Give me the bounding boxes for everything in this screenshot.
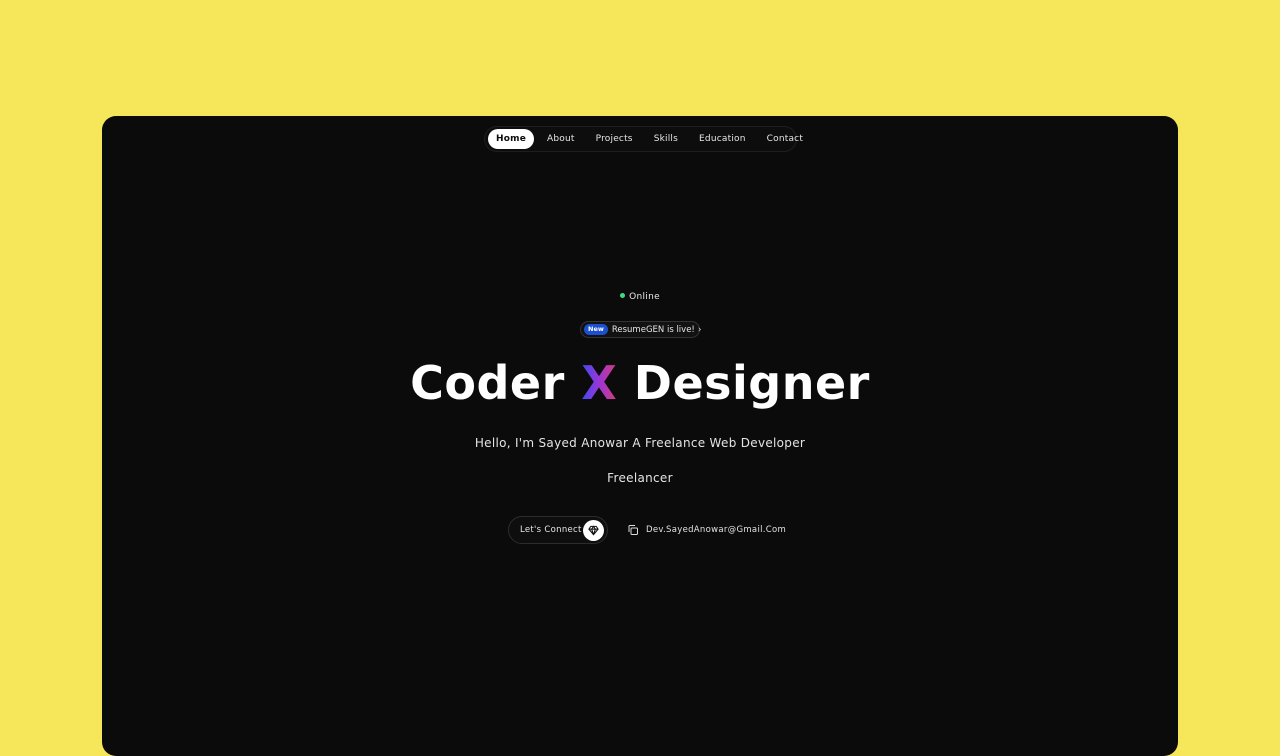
status-dot-icon <box>620 293 626 298</box>
announcement-pill[interactable]: New ResumeGEN is live! › <box>580 321 702 338</box>
nav-item-contact[interactable]: Contact <box>759 129 811 149</box>
copy-icon <box>628 525 638 535</box>
hero-role: Freelancer <box>607 471 673 485</box>
lets-connect-button[interactable]: Let's Connect <box>508 516 608 544</box>
nav-item-projects[interactable]: Projects <box>588 129 641 149</box>
nav-item-home[interactable]: Home <box>488 129 534 149</box>
hero-subtitle: Hello, I'm Sayed Anowar A Freelance Web … <box>474 436 806 450</box>
nav-item-education[interactable]: Education <box>691 129 754 149</box>
online-status: Online <box>102 292 1178 302</box>
new-badge: New <box>584 324 608 335</box>
connect-label: Let's Connect <box>520 525 582 535</box>
gem-icon <box>583 520 604 541</box>
hero-title-highlight: X <box>581 356 618 410</box>
hero-title: Coder X Designer <box>102 356 1178 410</box>
chevron-right-icon: › <box>697 324 702 335</box>
nav-item-about[interactable]: About <box>539 129 583 149</box>
announcement-text: ResumeGEN is live! <box>611 324 695 335</box>
nav-item-skills[interactable]: Skills <box>646 129 686 149</box>
hero-title-after: Designer <box>617 356 870 410</box>
status-label: Online <box>629 292 660 302</box>
top-navigation: Home About Projects Skills Education Con… <box>484 126 803 152</box>
hero-title-before: Coder <box>410 356 582 410</box>
copy-email-button[interactable]: Dev.SayedAnowar@Gmail.Com <box>627 524 786 536</box>
email-address: Dev.SayedAnowar@Gmail.Com <box>646 525 787 535</box>
portfolio-window: Home About Projects Skills Education Con… <box>102 116 1178 756</box>
